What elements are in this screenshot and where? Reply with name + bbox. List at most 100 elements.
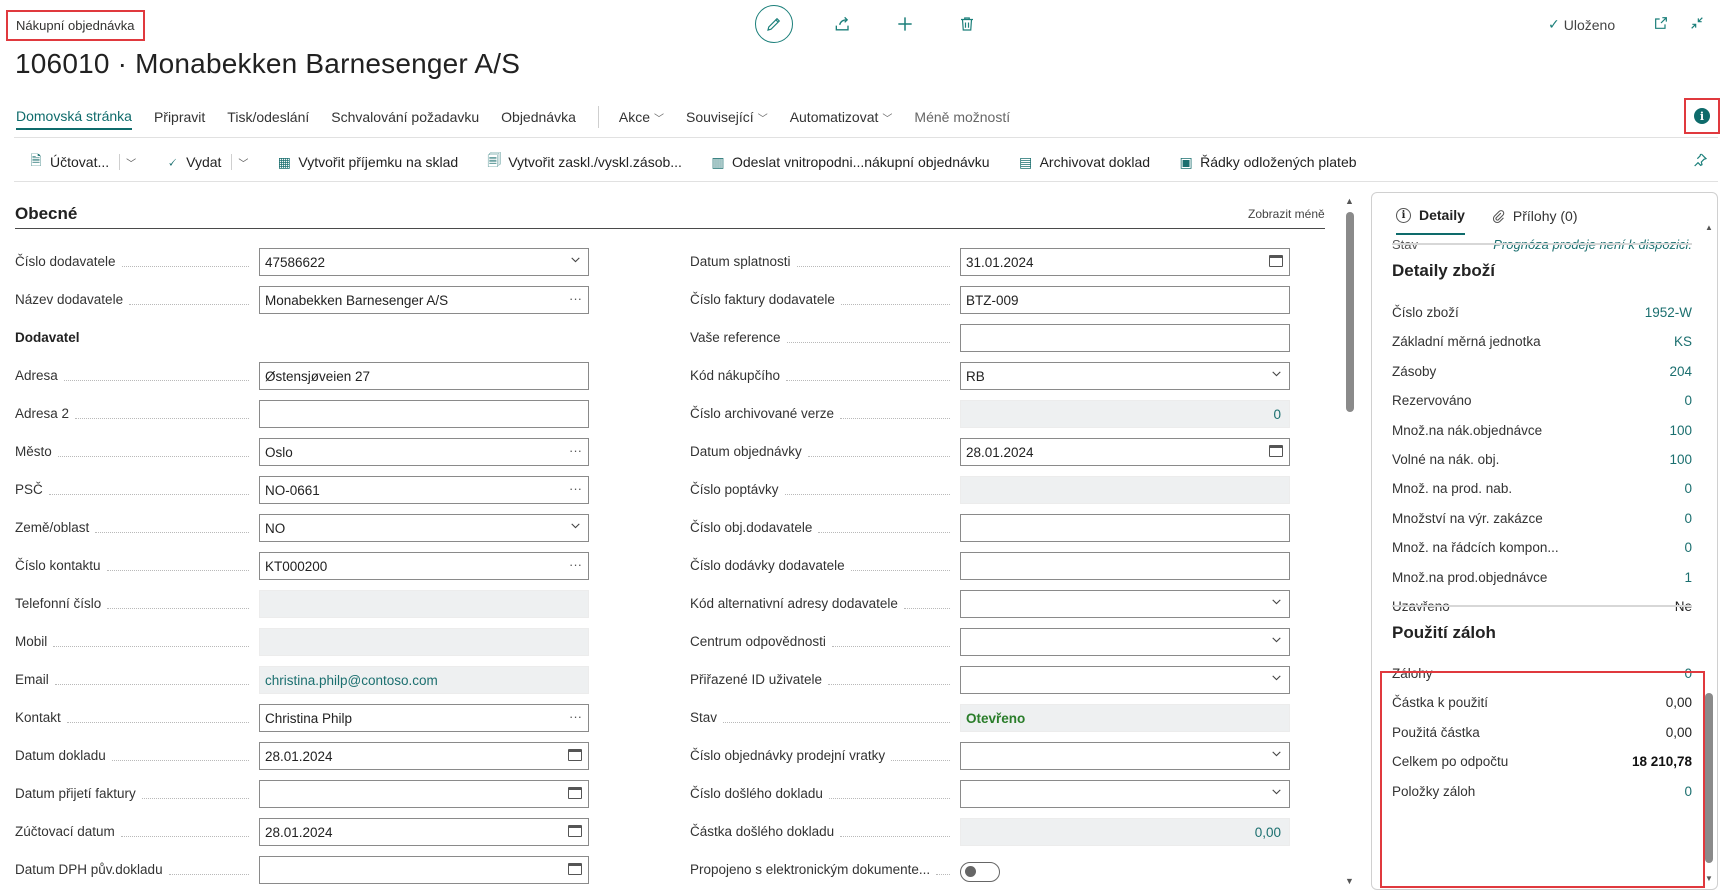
- input-field[interactable]: 47586622: [259, 248, 589, 276]
- chevron-down-icon[interactable]: [1270, 633, 1283, 649]
- input-field[interactable]: [960, 780, 1290, 808]
- item-details-title[interactable]: Detaily zboží: [1392, 261, 1495, 281]
- lookup-ellipsis-icon[interactable]: ···: [569, 481, 582, 496]
- calendar-icon[interactable]: [568, 748, 582, 763]
- scrollbar-thumb[interactable]: [1346, 212, 1354, 412]
- input-field[interactable]: BTZ-009: [960, 286, 1290, 314]
- chevron-down-icon[interactable]: [1270, 367, 1283, 383]
- input-field[interactable]: [259, 856, 589, 884]
- share-button[interactable]: [831, 12, 855, 36]
- scrollbar-thumb[interactable]: [1705, 693, 1713, 863]
- scroll-up-arrow[interactable]: ▲: [1345, 196, 1354, 206]
- delete-button[interactable]: [955, 12, 979, 36]
- tab-details[interactable]: i Detaily: [1396, 207, 1465, 235]
- factbox-value[interactable]: 1: [1684, 570, 1692, 585]
- factbox-value[interactable]: 0: [1684, 481, 1692, 496]
- create-warehouse-receipt-button[interactable]: ▦ Vytvořit příjemku na sklad: [276, 154, 458, 171]
- scroll-down-arrow[interactable]: ▼: [1705, 874, 1713, 883]
- tab-print-send[interactable]: Tisk/odeslání: [227, 109, 309, 129]
- lookup-ellipsis-icon[interactable]: ···: [569, 557, 582, 572]
- input-field[interactable]: 28.01.2024: [259, 742, 589, 770]
- tab-prepare[interactable]: Připravit: [154, 109, 205, 129]
- main-scrollbar[interactable]: ▲ ▼: [1344, 196, 1354, 886]
- factbox-value[interactable]: 204: [1669, 364, 1692, 379]
- send-intercompany-button[interactable]: ▥ Odeslat vnitropodni...nákupní objednávk…: [710, 154, 989, 171]
- fewer-options-button[interactable]: Méně možností: [914, 109, 1010, 129]
- calendar-icon[interactable]: [1269, 254, 1283, 269]
- input-field[interactable]: [960, 742, 1290, 770]
- input-field[interactable]: [960, 628, 1290, 656]
- chevron-down-icon[interactable]: [1270, 747, 1283, 763]
- saved-status: ✓ Uloženo: [1548, 16, 1615, 33]
- menu-actions[interactable]: Akce ﹀: [619, 109, 664, 129]
- tab-order[interactable]: Objednávka: [501, 109, 576, 129]
- chevron-down-icon[interactable]: [569, 519, 582, 535]
- input-field[interactable]: Christina Philp ···: [259, 704, 589, 732]
- input-field[interactable]: NO-0661 ···: [259, 476, 589, 504]
- chevron-down-icon[interactable]: [569, 253, 582, 269]
- factbox-toggle-button[interactable]: i: [1684, 98, 1720, 134]
- input-field[interactable]: NO: [259, 514, 589, 542]
- factbox-value[interactable]: KS: [1674, 334, 1692, 349]
- lookup-ellipsis-icon[interactable]: ···: [569, 443, 582, 458]
- tab-attachments[interactable]: Přílohy (0): [1491, 207, 1578, 235]
- label-leader-dots: [785, 494, 950, 495]
- deferral-lines-button[interactable]: ▣ Řádky odložených plateb: [1178, 154, 1356, 171]
- input-field[interactable]: [259, 400, 589, 428]
- tab-home[interactable]: Domovská stránka: [16, 108, 132, 130]
- chevron-down-icon[interactable]: ﹀: [238, 155, 248, 170]
- input-field[interactable]: Oslo ···: [259, 438, 589, 466]
- archive-document-button[interactable]: ▤ Archivovat doklad: [1018, 154, 1150, 171]
- post-button[interactable]: 🗎 Účtovat... ﹀: [28, 150, 136, 174]
- input-field[interactable]: [960, 666, 1290, 694]
- input-field[interactable]: [960, 514, 1290, 542]
- factbox-value[interactable]: 0: [1684, 393, 1692, 408]
- input-field[interactable]: [960, 324, 1290, 352]
- input-field[interactable]: [259, 780, 589, 808]
- factbox-value[interactable]: 100: [1669, 423, 1692, 438]
- calendar-icon[interactable]: [568, 824, 582, 839]
- tab-request-approval[interactable]: Schvalování požadavku: [331, 109, 479, 129]
- input-field[interactable]: [960, 590, 1290, 618]
- lookup-ellipsis-icon[interactable]: ···: [569, 291, 582, 306]
- factbox-value[interactable]: 1952-W: [1645, 305, 1692, 320]
- menu-related[interactable]: Související ﹀: [686, 109, 768, 129]
- edit-button[interactable]: [755, 5, 793, 43]
- calendar-icon[interactable]: [1269, 444, 1283, 459]
- advances-title[interactable]: Použití záloh: [1392, 623, 1496, 643]
- window-controls: [1652, 14, 1706, 32]
- calendar-icon[interactable]: [568, 862, 582, 877]
- input-field[interactable]: KT000200 ···: [259, 552, 589, 580]
- input-field[interactable]: 28.01.2024: [960, 438, 1290, 466]
- scroll-up-arrow[interactable]: ▲: [1705, 223, 1713, 232]
- factbox-value[interactable]: 0: [1684, 511, 1692, 526]
- input-field[interactable]: Østensjøveien 27: [259, 362, 589, 390]
- input-field[interactable]: 28.01.2024: [259, 818, 589, 846]
- factbox-scrollbar[interactable]: ▲ ▼: [1705, 223, 1713, 883]
- menu-automate[interactable]: Automatizovat ﹀: [790, 109, 893, 129]
- show-less-link[interactable]: Zobrazit méně: [1248, 207, 1325, 221]
- e-document-toggle[interactable]: [960, 862, 1000, 882]
- calendar-icon[interactable]: [568, 786, 582, 801]
- input-field[interactable]: christina.philp@contoso.com: [259, 666, 589, 694]
- section-title-general[interactable]: Obecné: [15, 204, 77, 224]
- release-button[interactable]: 🗸 Vydat ﹀: [164, 154, 248, 171]
- factbox-value[interactable]: 0: [1684, 540, 1692, 555]
- input-field[interactable]: RB: [960, 362, 1290, 390]
- chevron-down-icon[interactable]: [1270, 785, 1283, 801]
- factbox-value[interactable]: 100: [1669, 452, 1692, 467]
- chevron-down-icon[interactable]: [1270, 671, 1283, 687]
- trash-icon: [961, 17, 973, 31]
- scroll-down-arrow[interactable]: ▼: [1345, 876, 1354, 886]
- collapse-button[interactable]: [1688, 14, 1706, 32]
- open-new-window-button[interactable]: [1652, 14, 1670, 32]
- new-button[interactable]: [893, 12, 917, 36]
- chevron-down-icon[interactable]: ﹀: [126, 155, 136, 170]
- chevron-down-icon[interactable]: [1270, 595, 1283, 611]
- input-field[interactable]: [960, 552, 1290, 580]
- lookup-ellipsis-icon[interactable]: ···: [569, 709, 582, 724]
- create-inventory-putaway-button[interactable]: 🗐 Vytvořit zaskl./vyskl.zásob...: [486, 150, 682, 174]
- pin-action-bar-button[interactable]: [1692, 152, 1708, 173]
- input-field[interactable]: Monabekken Barnesenger A/S ···: [259, 286, 589, 314]
- input-field[interactable]: 31.01.2024: [960, 248, 1290, 276]
